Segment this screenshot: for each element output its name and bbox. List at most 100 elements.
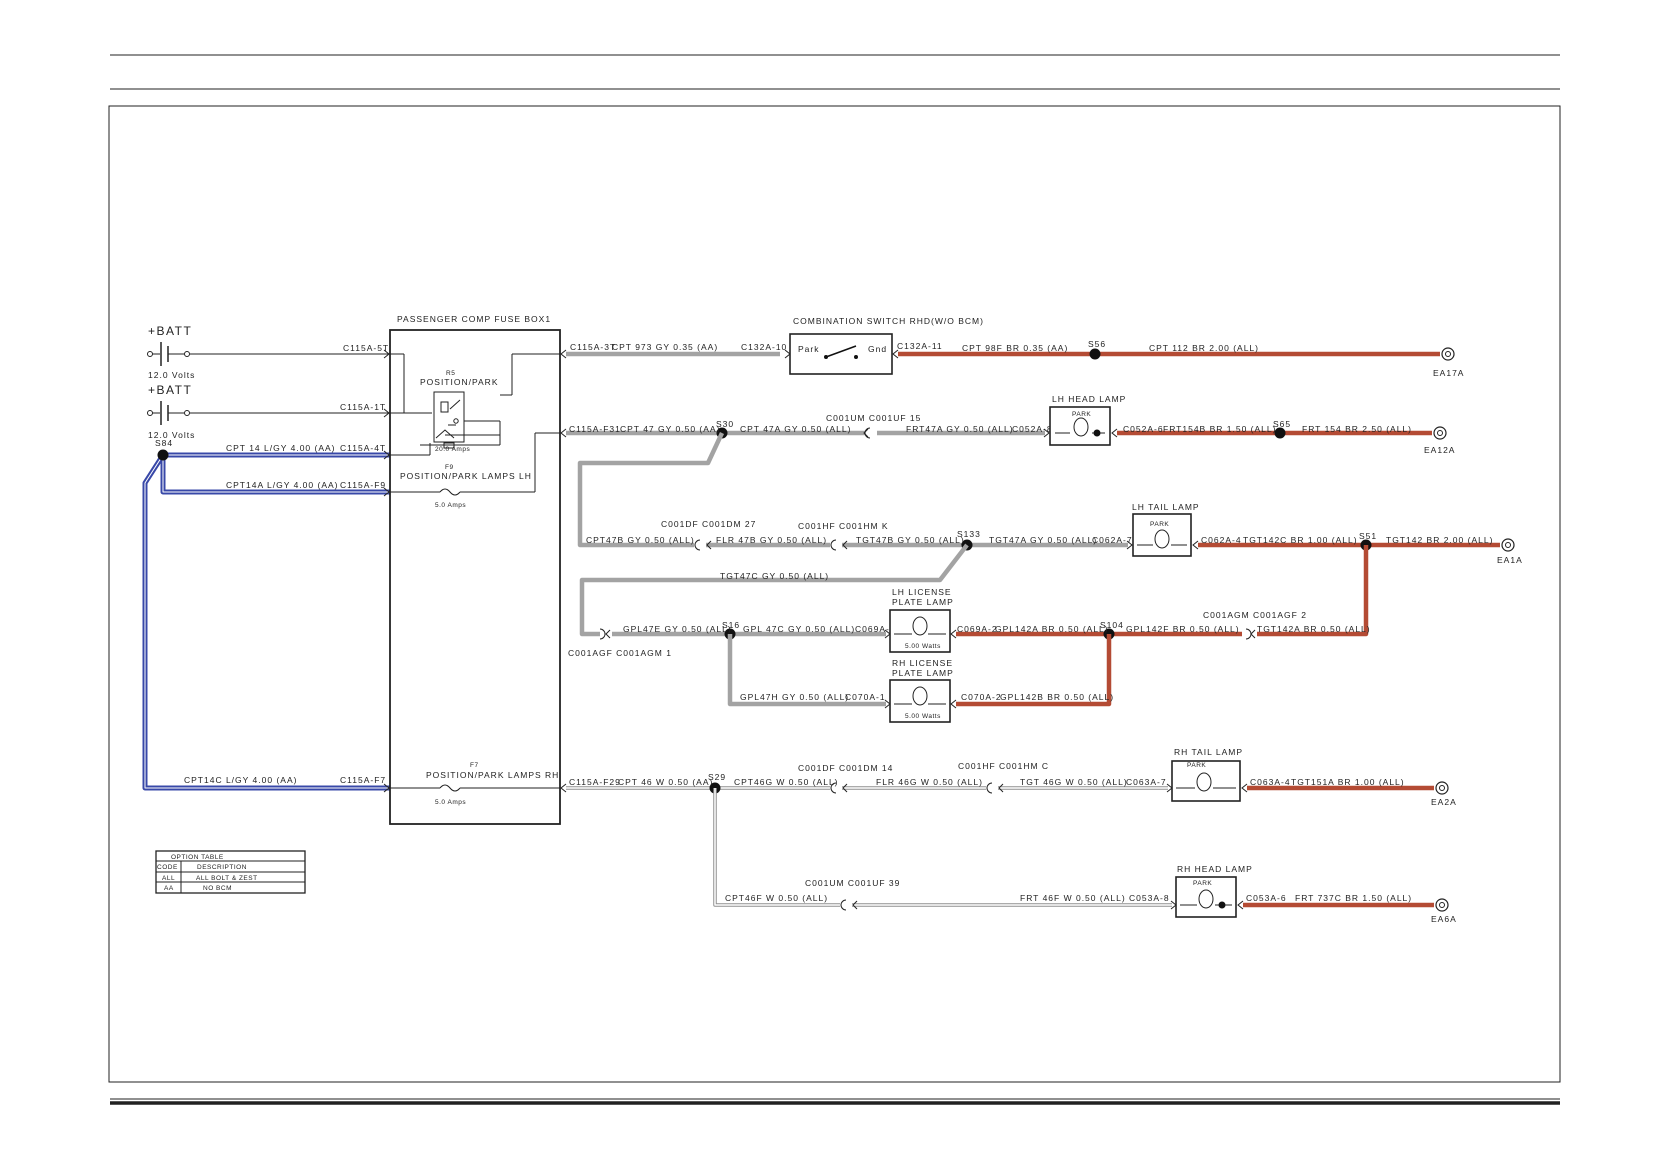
ground-ea1a-label: EA1A [1497,555,1523,565]
wire-cpt46f-label: CPT46F W 0.50 (ALL) [725,893,828,903]
pin-c063a-4 [1241,783,1248,793]
pin-c053a-6 [1237,900,1244,910]
conn-c062a-7: C062A-7 [1092,535,1133,545]
diagram-frame [108,105,1561,1083]
splice-s16-label: S16 [722,620,740,630]
rh-tail-lamp-park: PARK [1187,762,1206,769]
conn-c001agm-2: C001AGM C001AGF 2 [1203,610,1307,620]
fuse-f9 [390,432,560,496]
fuse-f7-desc: POSITION/PARK LAMPS RH [426,770,559,780]
inline-connector-c001um-15 [863,427,871,439]
pin-c070a-2 [950,699,957,709]
fuse-f9-amps: 5.0 Amps [435,502,466,509]
relay-r5-name: R5 [446,370,455,377]
wire-cpt47-label: CPT 47 GY 0.50 (AA) [620,424,720,434]
rh-license-watts: 5.00 Watts [905,713,941,720]
lh-tail-lamp-title: LH TAIL LAMP [1132,502,1200,512]
splice-s65-label: S65 [1273,419,1291,429]
wire-cpt973-label: CPT 973 GY 0.35 (AA) [612,342,718,352]
fusebox-right-pins [560,349,567,793]
conn-c115a-f29: C115A-F29 [569,777,621,787]
conn-c052a-6: C052A-6 [1123,424,1164,434]
conn-c115a-1t: C115A-1T [340,402,386,412]
conn-c001agf-1: C001AGF C001AGM 1 [568,648,672,658]
wire-tgt142a-label: TGT142A BR 0.50 (ALL) [1257,624,1371,634]
fuse-f9-desc: POSITION/PARK LAMPS LH [400,471,532,481]
fuse-f9-name: F9 [445,464,454,471]
ground-ea6a-label: EA6A [1431,914,1457,924]
wire-cpt14-label: CPT 14 L/GY 4.00 (AA) [226,443,336,453]
wire-cpt112-label: CPT 112 BR 2.00 (ALL) [1149,343,1259,353]
ground-ea6a [1435,898,1449,912]
fuse-box [389,329,561,825]
conn-c063a-7: C063A-7 [1126,777,1167,787]
rh-license-title-2: PLATE LAMP [892,668,954,678]
conn-c001hf-k: C001HF C001HM K [798,521,889,531]
wire-flr47b-label: FLR 47B GY 0.50 (ALL) [716,535,827,545]
wire-cpt14c-label: CPT14C L/GY 4.00 (AA) [184,775,297,785]
wire-frt737c-label: FRT 737C BR 1.50 (ALL) [1295,893,1412,903]
wire-tgt47a-label: TGT47A GY 0.50 (ALL) [989,535,1097,545]
fusebox-left-pins [383,349,390,793]
splice-s104-label: S104 [1100,620,1124,630]
batt-2-label: +BATT [148,383,192,397]
splice-s29-label: S29 [708,772,726,782]
rh-license-title-1: RH LICENSE [892,658,953,668]
ground-ea2a [1435,781,1449,795]
wire-cpt14a-label: CPT14A L/GY 4.00 (AA) [226,480,339,490]
option-row-0-code: CODE [157,864,178,871]
conn-c132a-10: C132A-10 [741,342,787,352]
wire-gpl142b-label: GPL142B BR 0.50 (ALL) [1000,692,1114,702]
wire-cpt46g-label: CPT46G W 0.50 (ALL) [734,777,839,787]
splice-s84-label: S84 [155,438,173,448]
option-table-title: OPTION TABLE [171,854,224,861]
wire-frt46f-label: FRT 46F W 0.50 (ALL) [1020,893,1126,903]
lh-head-lamp-park: PARK [1072,411,1091,418]
conn-c053a-6: C053A-6 [1246,893,1287,903]
inline-connector-c001agm-2 [1245,628,1256,640]
conn-c115a-f31: C115A-F31 [569,424,621,434]
wire-cpt46-label: CPT 46 W 0.50 (AA) [618,777,713,787]
wire-tgt142c-label: TGT142C BR 1.00 (ALL) [1243,535,1358,545]
splice-s30-label: S30 [716,419,734,429]
conn-c070a-1: C070A-1 [845,692,886,702]
wire-tgt151a-label: TGT151A BR 1.00 (ALL) [1291,777,1405,787]
wire-gpl142f-label: GPL142F BR 0.50 (ALL) [1126,624,1240,634]
wire-cpt47b-label: CPT47B GY 0.50 (ALL) [586,535,695,545]
rh-tail-lamp-title: RH TAIL LAMP [1174,747,1243,757]
relay-r5-desc: POSITION/PARK [420,377,499,387]
fusebox-title: PASSENGER COMP FUSE BOX1 [397,314,551,324]
conn-c115a-5t: C115A-5T [343,343,389,353]
pin-c069a-2 [950,629,957,639]
splice-s56 [1089,348,1101,360]
wire-cpt14-group [142,449,390,791]
option-row-1-desc: ALL BOLT & ZEST [196,875,258,882]
wire-frt47a-label: FRT47A GY 0.50 (ALL) [906,424,1014,434]
inline-connector-c001agf-1 [599,628,611,640]
fuse-f7-amps: 5.0 Amps [435,799,466,806]
conn-c115a-4t: C115A-4T [340,443,386,453]
wire-frt154-label: FRT 154 BR 2.50 (ALL) [1302,424,1412,434]
batt-1-label: +BATT [148,324,192,338]
conn-c001um-15: C001UM C001UF 15 [826,413,921,423]
conn-c052a-8: C052A-8 [1012,424,1053,434]
lh-license-title-1: LH LICENSE [892,587,952,597]
conn-c001df-14: C001DF C001DM 14 [798,763,893,773]
wire-gpl142a-label: GPL142A BR 0.50 (ALL) [995,624,1109,634]
fuse-f7 [390,784,560,792]
conn-c115a-f7: C115A-F7 [340,775,386,785]
wire-cpt98f-label: CPT 98F BR 0.35 (AA) [962,343,1068,353]
wire-tgt47c-label: TGT47C GY 0.50 (ALL) [720,571,829,581]
ground-ea17a-label: EA17A [1433,368,1464,378]
lh-license-watts: 5.00 Watts [905,643,941,650]
conn-c069a-2: C069A-2 [957,624,998,634]
lh-license-title-2: PLATE LAMP [892,597,954,607]
pin-c132a-11 [892,349,899,359]
conn-c063a-4: C063A-4 [1250,777,1291,787]
conn-c062a-4: C062A-4 [1201,535,1242,545]
splice-s133-label: S133 [957,529,981,539]
lh-tail-lamp-park: PARK [1150,521,1169,528]
rh-head-lamp-title: RH HEAD LAMP [1177,864,1253,874]
conn-c001hf-c: C001HF C001HM C [958,761,1049,771]
wire-flr46g-label: FLR 46G W 0.50 (ALL) [876,777,983,787]
